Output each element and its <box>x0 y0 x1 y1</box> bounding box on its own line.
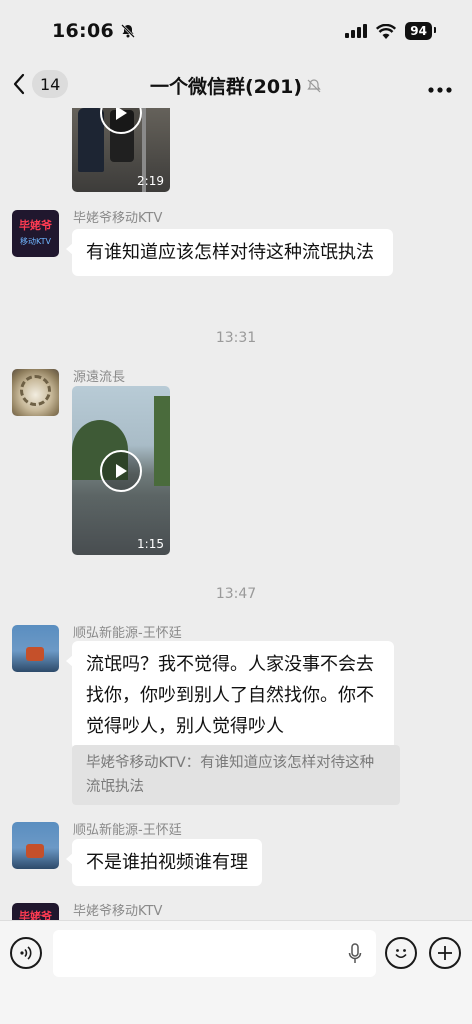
quoted-message[interactable]: 毕姥爷移动KTV：有谁知道应该怎样对待这种流氓执法 <box>72 745 400 805</box>
chat-header: 14 一个微信群(201) <box>0 62 472 108</box>
emoji-icon <box>395 949 407 959</box>
avatar-boat <box>26 647 44 661</box>
group-name: 一个微信群(201) <box>149 76 303 98</box>
play-icon <box>116 463 127 478</box>
voice-toggle-button[interactable] <box>10 937 42 969</box>
avatar[interactable] <box>12 822 59 869</box>
avatar[interactable] <box>12 625 59 672</box>
video-duration: 2:19 <box>137 174 164 188</box>
play-button[interactable] <box>100 449 142 492</box>
avatar-neon-text: 毕姥爷 <box>19 910 52 920</box>
more-button[interactable] <box>428 74 452 99</box>
message-text: 流氓吗？我不觉得。人家没事不会去找你，你吵到别人了自然找你。你不觉得吵人，别人觉… <box>86 654 374 737</box>
text-message[interactable]: 有谁知道应该怎样对待这种流氓执法 <box>66 229 393 276</box>
avatar-pattern <box>20 375 51 406</box>
chat-title: 一个微信群(201) <box>0 72 472 99</box>
mic-icon[interactable] <box>348 943 362 965</box>
status-indicators: 94 <box>345 22 436 40</box>
sender-name: 顺弘新能源-王怀廷 <box>73 823 182 838</box>
timestamp: 13:31 <box>215 330 257 346</box>
input-bar <box>0 920 472 1024</box>
text-message[interactable]: 流氓吗？我不觉得。人家没事不会去找你，你吵到别人了自然找你。你不觉得吵人，别人觉… <box>66 641 394 750</box>
battery-indicator: 94 <box>405 22 436 40</box>
avatar-neon-sub: 移动KTV <box>20 237 51 246</box>
status-time: 16:06 <box>52 20 136 42</box>
message-input[interactable] <box>53 930 376 977</box>
video-message[interactable]: 1:15 <box>72 386 170 555</box>
play-icon <box>116 108 127 120</box>
plus-icon <box>438 946 452 960</box>
avatar[interactable] <box>12 369 59 416</box>
quoted-text: 毕姥爷移动KTV：有谁知道应该怎样对待这种流氓执法 <box>86 755 375 795</box>
more-actions-button[interactable] <box>429 937 461 969</box>
sender-name: 顺弘新能源-王怀廷 <box>73 626 182 641</box>
message-text: 有谁知道应该怎样对待这种流氓执法 <box>86 242 374 263</box>
video-thumbnail-trees <box>154 396 170 486</box>
wifi-icon <box>376 23 397 39</box>
avatar[interactable]: 毕姥爷 <box>12 903 59 920</box>
message-text: 不是谁拍视频谁有理 <box>86 852 248 873</box>
clock-text: 16:06 <box>52 20 114 42</box>
sender-name: 源遠流長 <box>73 370 126 385</box>
play-button[interactable] <box>100 108 142 134</box>
bell-slash-icon <box>121 24 135 38</box>
more-dots-icon <box>428 87 452 93</box>
sender-name: 毕姥爷移动KTV <box>73 211 163 226</box>
muted-bell-icon <box>307 78 321 92</box>
video-duration: 1:15 <box>137 537 164 551</box>
avatar-boat <box>26 844 44 858</box>
signal-icon <box>345 24 368 38</box>
emoji-button[interactable] <box>385 937 417 969</box>
avatar[interactable]: 毕姥爷 移动KTV <box>12 210 59 257</box>
video-message[interactable]: 2:19 <box>72 108 170 192</box>
sender-name: 毕姥爷移动KTV <box>73 904 163 919</box>
avatar-neon-text: 毕姥爷 <box>19 219 52 232</box>
text-message[interactable]: 不是谁拍视频谁有理 <box>66 839 262 886</box>
timestamp: 13:47 <box>215 586 257 602</box>
voice-icon <box>20 946 32 960</box>
status-bar: 16:06 94 <box>0 0 472 62</box>
chat-messages[interactable]: 2:19 毕姥爷 移动KTV 毕姥爷移动KTV 有谁知道应该怎样对待这种流氓执法… <box>0 108 472 920</box>
